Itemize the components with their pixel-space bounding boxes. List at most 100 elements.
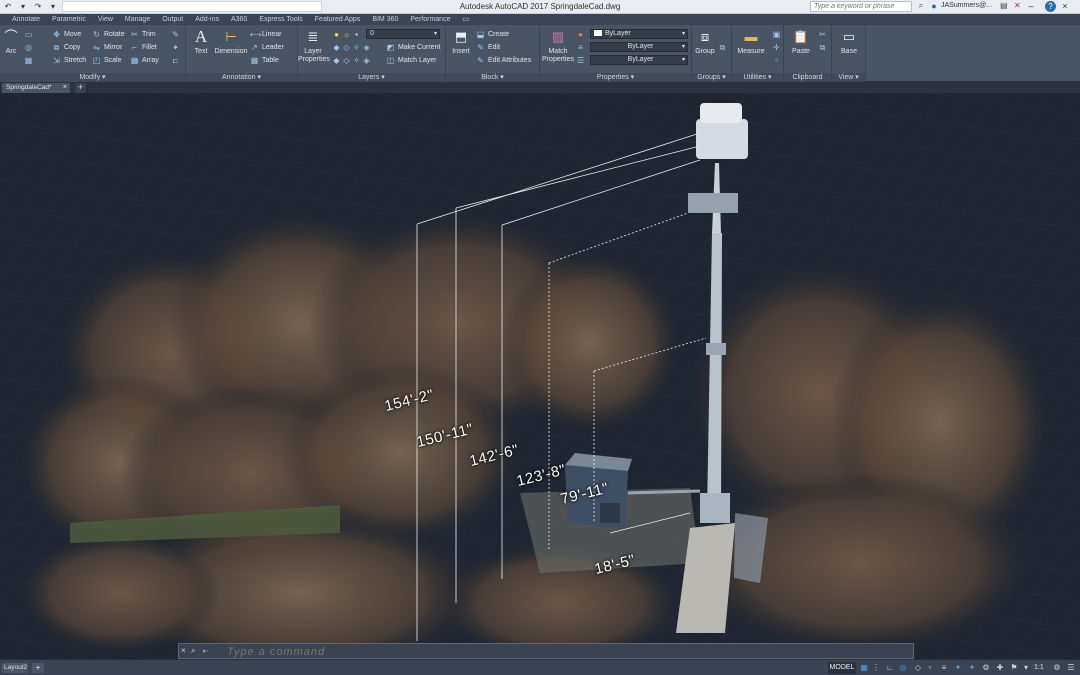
stretch-button[interactable]: ⇲ Stretch [52,55,86,65]
redo-icon[interactable]: ↷ [32,1,44,12]
close-tab-icon[interactable]: × [63,83,67,93]
tab-parametric[interactable]: Parametric [46,14,92,25]
undo-icon[interactable]: ↶ [2,1,14,12]
layer-off-icon[interactable]: ◆ [332,43,341,52]
tab-add-ins[interactable]: Add-ins [189,14,225,25]
command-input[interactable] [227,645,907,658]
mirror-button[interactable]: ⇋ Mirror [92,42,122,52]
cut-tool[interactable]: ✂ [818,29,827,39]
array-button[interactable]: ▦ Array [130,55,159,65]
tab-layout2[interactable]: Layout2 [2,663,28,673]
base-button[interactable]: ▭ Base [836,28,862,56]
lightbulb-icon[interactable]: ● [332,30,341,39]
workspace-icon[interactable]: ⚙ [981,663,991,673]
layer-dropdown[interactable]: 0 ▾ [366,29,440,39]
dimension-button[interactable]: ⊢ Dimension [214,28,248,56]
quick-access-field[interactable] [62,1,322,12]
annotation-visibility-icon[interactable]: ✦ [953,663,963,673]
keyword-search-input[interactable] [810,1,912,12]
file-tab-springdalecad[interactable]: SpringdaleCad* × [2,83,70,93]
quick-properties-icon[interactable]: ▾ [1021,663,1031,673]
layer-thaw-icon[interactable]: ✧ [352,56,361,65]
user-icon[interactable]: ● [929,1,939,12]
insert-button[interactable]: ⬒ Insert [448,28,474,56]
linear-button[interactable]: ⟷ Linear [250,29,281,39]
close-window-icon[interactable]: × [1060,0,1070,13]
sun-icon[interactable]: ☼ [342,30,351,39]
isodraft-icon[interactable]: ◇ [913,663,923,673]
layer-lock-icon[interactable]: ◈ [362,43,371,52]
redo-dropdown-icon[interactable]: ▾ [47,1,59,12]
erase-tool[interactable]: ✎ [171,29,180,39]
panel-title-block[interactable]: Block ▾ [446,73,539,82]
leader-button[interactable]: ↗ Leader [250,42,284,52]
exchange-apps-icon[interactable]: ✕ [1014,1,1021,10]
create-block-button[interactable]: ⬓ Create [476,29,509,39]
new-tab-button[interactable]: + [75,83,86,93]
layer-unisolate-icon[interactable]: ◇ [342,56,351,65]
settings-gear-icon[interactable]: ⚙ [1052,663,1062,673]
grid-icon[interactable]: ▦ [859,663,869,673]
paste-button[interactable]: 📋 Paste [786,28,816,56]
units-icon[interactable]: ⚑ [1009,663,1019,673]
ribbon-toggle-icon[interactable]: ▭ [456,14,475,25]
quick-calc-tool[interactable]: ▣ [772,29,781,39]
copy-clip-tool[interactable]: ⧉ [818,42,827,52]
match-layer-button[interactable]: ◫ Match Layer [386,55,437,65]
tab-view[interactable]: View [92,14,119,25]
layer-isolate-icon[interactable]: ◇ [342,43,351,52]
group-button[interactable]: ⧈ Group [694,28,716,56]
scale-button[interactable]: ◰ Scale [92,55,122,65]
ortho-icon[interactable]: ∟ [885,663,895,673]
match-properties-button[interactable]: ▥ Match Properties [542,28,574,64]
annotation-scale-icon[interactable]: ✦ [967,663,977,673]
cart-icon[interactable]: ▤ [1000,1,1008,10]
arc-button[interactable]: ⌒ Arc [2,28,20,56]
panel-title-annotation[interactable]: Annotation ▾ [186,73,297,82]
copy-button[interactable]: ⧉ Copy [52,42,81,52]
undo-dropdown-icon[interactable]: ▾ [17,1,29,12]
linetype-dropdown[interactable]: ByLayer ▾ [590,42,688,52]
annotation-monitor-icon[interactable]: ✚ [995,663,1005,673]
lineweight-toggle-icon[interactable]: ≡ [939,663,949,673]
point-tool[interactable]: ✛ [772,42,781,52]
help-icon[interactable]: ? [1045,1,1056,12]
panel-title-properties[interactable]: Properties ▾ [540,73,691,82]
hatch-tool[interactable]: ▦ [24,55,33,65]
table-button[interactable]: ▦ Table [250,55,279,65]
layer-on-icon[interactable]: ◆ [332,56,341,65]
make-current-button[interactable]: ◩ Make Current [386,42,441,52]
layer-properties-button[interactable]: ≣ Layer Properties [298,28,330,64]
measure-button[interactable]: ▬ Measure [734,28,768,56]
tab-featured-apps[interactable]: Featured Apps [309,14,367,25]
panel-title-utilities[interactable]: Utilities ▾ [732,73,783,82]
object-snap-icon[interactable]: ▫ [925,663,935,673]
panel-title-view[interactable]: View ▾ [832,73,865,82]
snap-icon[interactable]: ⋮ [871,663,881,673]
tab-performance[interactable]: Performance [404,14,456,25]
tab-manage[interactable]: Manage [119,14,156,25]
trim-button[interactable]: ✂ Trim [130,29,156,39]
tab-annotate[interactable]: Annotate [6,14,46,25]
binoculars-icon[interactable]: ⌕ [915,1,927,12]
add-layout-button[interactable]: + [32,663,44,673]
user-name[interactable]: JASummers@... [941,2,992,9]
annotation-scale[interactable]: 1:1 [1034,664,1044,671]
model-space-button[interactable]: MODEL [828,662,856,674]
circle-tool[interactable]: ◎ [24,42,33,52]
minimize-icon[interactable]: – [1026,0,1036,13]
search-icon[interactable]: ⌕ [191,646,195,656]
rotate-button[interactable]: ↻ Rotate [92,29,124,39]
edit-attributes-button[interactable]: ✎ Edit Attributes [476,55,531,65]
tab-express-tools[interactable]: Express Tools [253,14,308,25]
offset-tool[interactable]: ⊏ [171,55,180,65]
fillet-button[interactable]: ⌐ Fillet [130,42,157,52]
lock-icon[interactable]: ▪ [352,30,361,39]
polar-icon[interactable]: ◎ [898,663,908,673]
panel-title-modify[interactable]: Modify ▾ [0,73,185,82]
customize-menu-icon[interactable]: ☰ [1066,663,1076,673]
color-dropdown[interactable]: ByLayer ▾ [590,29,688,39]
line-tool[interactable]: ▭ [24,29,33,39]
edit-block-button[interactable]: ✎ Edit [476,42,500,52]
close-command-icon[interactable]: × [181,646,186,655]
